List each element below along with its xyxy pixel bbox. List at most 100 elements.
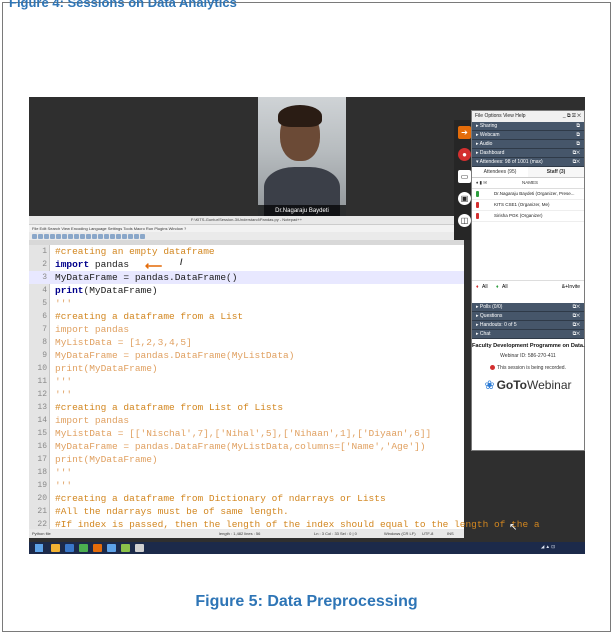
popout-icon[interactable]: ⧉✕ <box>573 158 580 166</box>
code-line[interactable]: 5 ''' <box>29 297 464 310</box>
macro-play-icon[interactable] <box>140 233 145 239</box>
camera-icon[interactable]: ▭ <box>458 170 471 183</box>
code-line[interactable]: 21 #All the ndarrays must be of same leng… <box>29 505 464 518</box>
explorer-icon[interactable] <box>51 544 60 552</box>
section-attendees[interactable]: ▾ Attendees: 98 of 1001 (max) ⧉✕ <box>472 158 584 167</box>
section-handouts[interactable]: ▸ Handouts: 0 of 5 ⧉✕ <box>472 321 584 330</box>
invite-button[interactable]: &+Invite <box>562 281 580 293</box>
code-line[interactable]: 2 import pandas <box>29 258 464 271</box>
wrap-icon[interactable] <box>122 233 127 239</box>
line-number: 1 <box>42 247 47 256</box>
code-line[interactable]: 15 MyListData = [['Nischal',7],['Nihal',5… <box>29 427 464 440</box>
windows-start-icon[interactable] <box>35 544 43 552</box>
window-controls-icon[interactable]: _ ⧉ ☒ ✕ <box>563 111 581 122</box>
staff-row[interactable]: KITS CSE1 (Organizer, Me) <box>472 200 584 211</box>
code-line[interactable]: 4 print(MyDataFrame) <box>29 284 464 297</box>
tab-attendees[interactable]: Attendees (95) <box>472 167 528 177</box>
notepad-title: F:\KITS-Guntur\Session-3\Understand\Pand… <box>29 216 464 225</box>
code-line[interactable]: 10 print(MyDataFrame) <box>29 362 464 375</box>
code-line[interactable]: 14 import pandas <box>29 414 464 427</box>
find-icon[interactable] <box>98 233 103 239</box>
code-token: #creating a dataframe from a List <box>55 311 244 322</box>
gotowebinar-logo: ❀ GoToWebinar <box>484 378 572 392</box>
close-file-icon[interactable] <box>56 233 61 239</box>
popout-icon[interactable]: ⧉ <box>576 131 580 139</box>
line-number: 17 <box>37 455 47 464</box>
section-audio[interactable]: ▸ Audio ⧉ <box>472 140 584 149</box>
macro-record-icon[interactable] <box>134 233 139 239</box>
popout-icon[interactable]: ⧉✕ <box>573 321 580 329</box>
attendee-list-empty-space <box>472 222 584 280</box>
code-line[interactable]: 9 MyDataFrame = pandas.DataFrame(MyListDa… <box>29 349 464 362</box>
mic-icon <box>476 191 479 197</box>
staff-row[interactable]: Dr.Nagaraju Baydeti (Organizer, Prese... <box>472 189 584 200</box>
unmute-all-icon[interactable]: ♦ <box>496 281 499 293</box>
mute-all-icon[interactable]: ♦ <box>476 281 479 293</box>
code-text: print(MyDataFrame) <box>55 284 158 297</box>
window-icon[interactable]: ◫ <box>458 214 471 227</box>
code-line[interactable]: 20 #creating a dataframe from Dictionary … <box>29 492 464 505</box>
code-line[interactable]: 16 MyDataFrame = pandas.DataFrame(MyListD… <box>29 440 464 453</box>
code-line[interactable]: 12 ''' <box>29 388 464 401</box>
python-icon[interactable] <box>107 544 116 552</box>
code-line[interactable]: 3 MyDataFrame = pandas.DataFrame() <box>29 271 464 284</box>
unmute-all-label[interactable]: All <box>502 281 508 293</box>
section-webcam[interactable]: ▸ Webcam ⧉ <box>472 131 584 140</box>
section-polls[interactable]: ▸ Polls (0/0) ⧉✕ <box>472 303 584 312</box>
gtw-menubar[interactable]: File Options View Help _ ⧉ ☒ ✕ <box>472 111 584 122</box>
code-line[interactable]: 19 ''' <box>29 479 464 492</box>
replace-icon[interactable] <box>104 233 109 239</box>
gotowebinar-panel[interactable]: File Options View Help _ ⧉ ☒ ✕ ▸ Sharing… <box>471 110 585 451</box>
undo-icon[interactable] <box>86 233 91 239</box>
new-file-icon[interactable] <box>32 233 37 239</box>
zoom-out-icon[interactable] <box>116 233 121 239</box>
ie-icon[interactable] <box>65 544 74 552</box>
paste-icon[interactable] <box>80 233 85 239</box>
code-line[interactable]: 13 #creating a dataframe from List of Lis… <box>29 401 464 414</box>
popout-icon[interactable]: ⧉ <box>576 140 580 148</box>
staff-row[interactable]: Sirisha PGK (Organizer) <box>472 211 584 222</box>
line-number: 21 <box>37 507 47 516</box>
code-line[interactable]: 18 ''' <box>29 466 464 479</box>
notepad-menubar[interactable]: File Edit Search View Encoding Language … <box>29 225 464 232</box>
top-caption: Figure 4: Sessions on Data Analytics <box>9 0 237 10</box>
tab-staff[interactable]: Staff (3) <box>528 167 584 177</box>
section-dashboard[interactable]: ▸ Dashboard ⧉✕ <box>472 149 584 158</box>
save-icon[interactable] <box>44 233 49 239</box>
screen-icon[interactable]: ▣ <box>458 192 471 205</box>
header-icons: ♦ ▮ ✉ <box>476 180 488 185</box>
gotowebinar-app-icon[interactable] <box>93 544 102 552</box>
save-all-icon[interactable] <box>50 233 55 239</box>
redo-icon[interactable] <box>92 233 97 239</box>
code-token: print <box>55 285 84 296</box>
print-icon[interactable] <box>62 233 67 239</box>
code-line[interactable]: 7 import pandas <box>29 323 464 336</box>
gtw-menu-items[interactable]: File Options View Help <box>475 113 526 119</box>
code-line[interactable]: 6 #creating a dataframe from a List <box>29 310 464 323</box>
open-file-icon[interactable] <box>38 233 43 239</box>
code-line[interactable]: 1 #creating an empty dataframe <box>29 245 464 258</box>
section-questions[interactable]: ▸ Questions ⧉✕ <box>472 312 584 321</box>
code-editor[interactable]: 1 #creating an empty dataframe 2 import pan… <box>29 245 540 530</box>
mic-icon[interactable]: ● <box>458 148 471 161</box>
popout-icon[interactable]: ⧉ <box>576 122 580 130</box>
section-sharing[interactable]: ▸ Sharing ⧉ <box>472 122 584 131</box>
arrow-icon[interactable]: ➔ <box>458 126 471 139</box>
popout-icon[interactable]: ⧉✕ <box>573 303 580 311</box>
cut-icon[interactable] <box>68 233 73 239</box>
copy-icon[interactable] <box>74 233 79 239</box>
app-icon[interactable] <box>135 544 144 552</box>
popout-icon[interactable]: ⧉✕ <box>573 312 580 320</box>
code-line[interactable]: 8 MyListData = [1,2,3,4,5] <box>29 336 464 349</box>
chrome-icon[interactable] <box>79 544 88 552</box>
mute-all-label[interactable]: All <box>482 281 488 293</box>
section-chat[interactable]: ▸ Chat ⧉✕ <box>472 330 584 339</box>
indent-guide-icon[interactable] <box>128 233 133 239</box>
zoom-in-icon[interactable] <box>110 233 115 239</box>
code-line[interactable]: 11 ''' <box>29 375 464 388</box>
code-line[interactable]: 17 print(MyDataFrame) <box>29 453 464 466</box>
notepadpp-icon[interactable] <box>121 544 130 552</box>
notepad-window[interactable]: F:\KITS-Guntur\Session-3\Understand\Pand… <box>29 216 540 538</box>
popout-icon[interactable]: ⧉✕ <box>573 149 580 157</box>
popout-icon[interactable]: ⧉✕ <box>573 330 580 338</box>
